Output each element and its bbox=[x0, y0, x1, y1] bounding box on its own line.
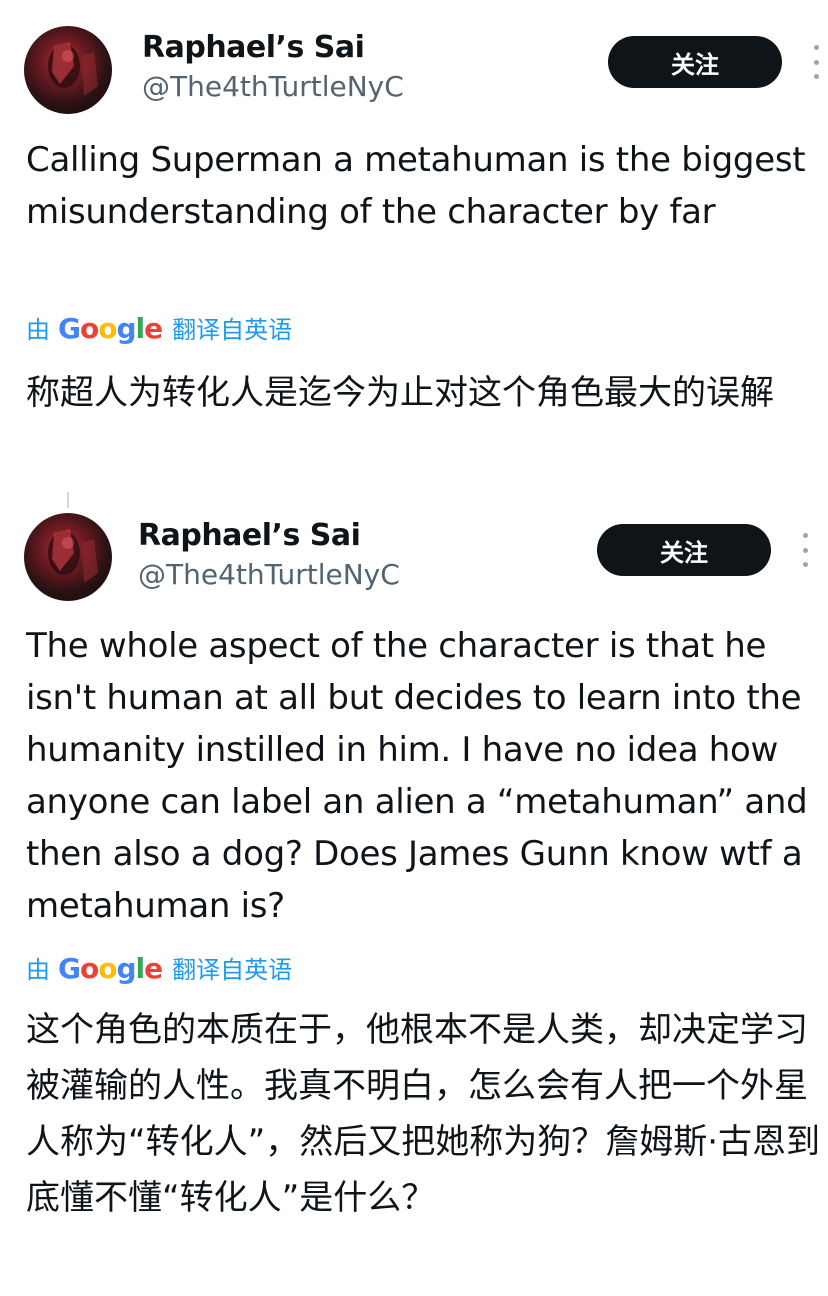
thread-connector bbox=[67, 492, 69, 508]
follow-button[interactable]: 关注 bbox=[608, 36, 782, 88]
translate-prefix: 由 bbox=[26, 316, 50, 344]
tweet-text: The whole aspect of the character is tha… bbox=[26, 626, 808, 926]
author-name[interactable]: Raphael’s Sai bbox=[138, 518, 361, 553]
translation-attribution[interactable]: 由 Google 翻译自英语 bbox=[26, 950, 292, 985]
translated-text: 称超人为转化人是迄今为止对这个角色最大的误解 bbox=[26, 373, 774, 413]
avatar[interactable] bbox=[24, 513, 112, 601]
author-handle[interactable]: @The4thTurtleNyC bbox=[138, 558, 400, 591]
author-name[interactable]: Raphael’s Sai bbox=[142, 30, 365, 65]
google-logo: Google bbox=[58, 952, 163, 985]
translated-text: 这个角色的本质在于，他根本不是人类，却决定学习被灌输的人性。我真不明白，怎么会有… bbox=[26, 1010, 821, 1218]
translate-source: 翻译自英语 bbox=[172, 956, 293, 984]
follow-button[interactable]: 关注 bbox=[597, 524, 771, 576]
tweet-text: Calling Superman a metahuman is the bigg… bbox=[26, 140, 806, 232]
google-logo: Google bbox=[58, 312, 163, 345]
translation-attribution[interactable]: 由 Google 翻译自英语 bbox=[26, 310, 292, 345]
more-vertical-icon[interactable] bbox=[811, 45, 821, 79]
avatar[interactable] bbox=[24, 26, 112, 114]
more-vertical-icon[interactable] bbox=[800, 533, 810, 567]
translate-prefix: 由 bbox=[26, 956, 50, 984]
avatar-image bbox=[48, 529, 98, 583]
translate-source: 翻译自英语 bbox=[172, 316, 293, 344]
author-handle[interactable]: @The4thTurtleNyC bbox=[142, 70, 404, 103]
avatar-image bbox=[48, 42, 98, 96]
